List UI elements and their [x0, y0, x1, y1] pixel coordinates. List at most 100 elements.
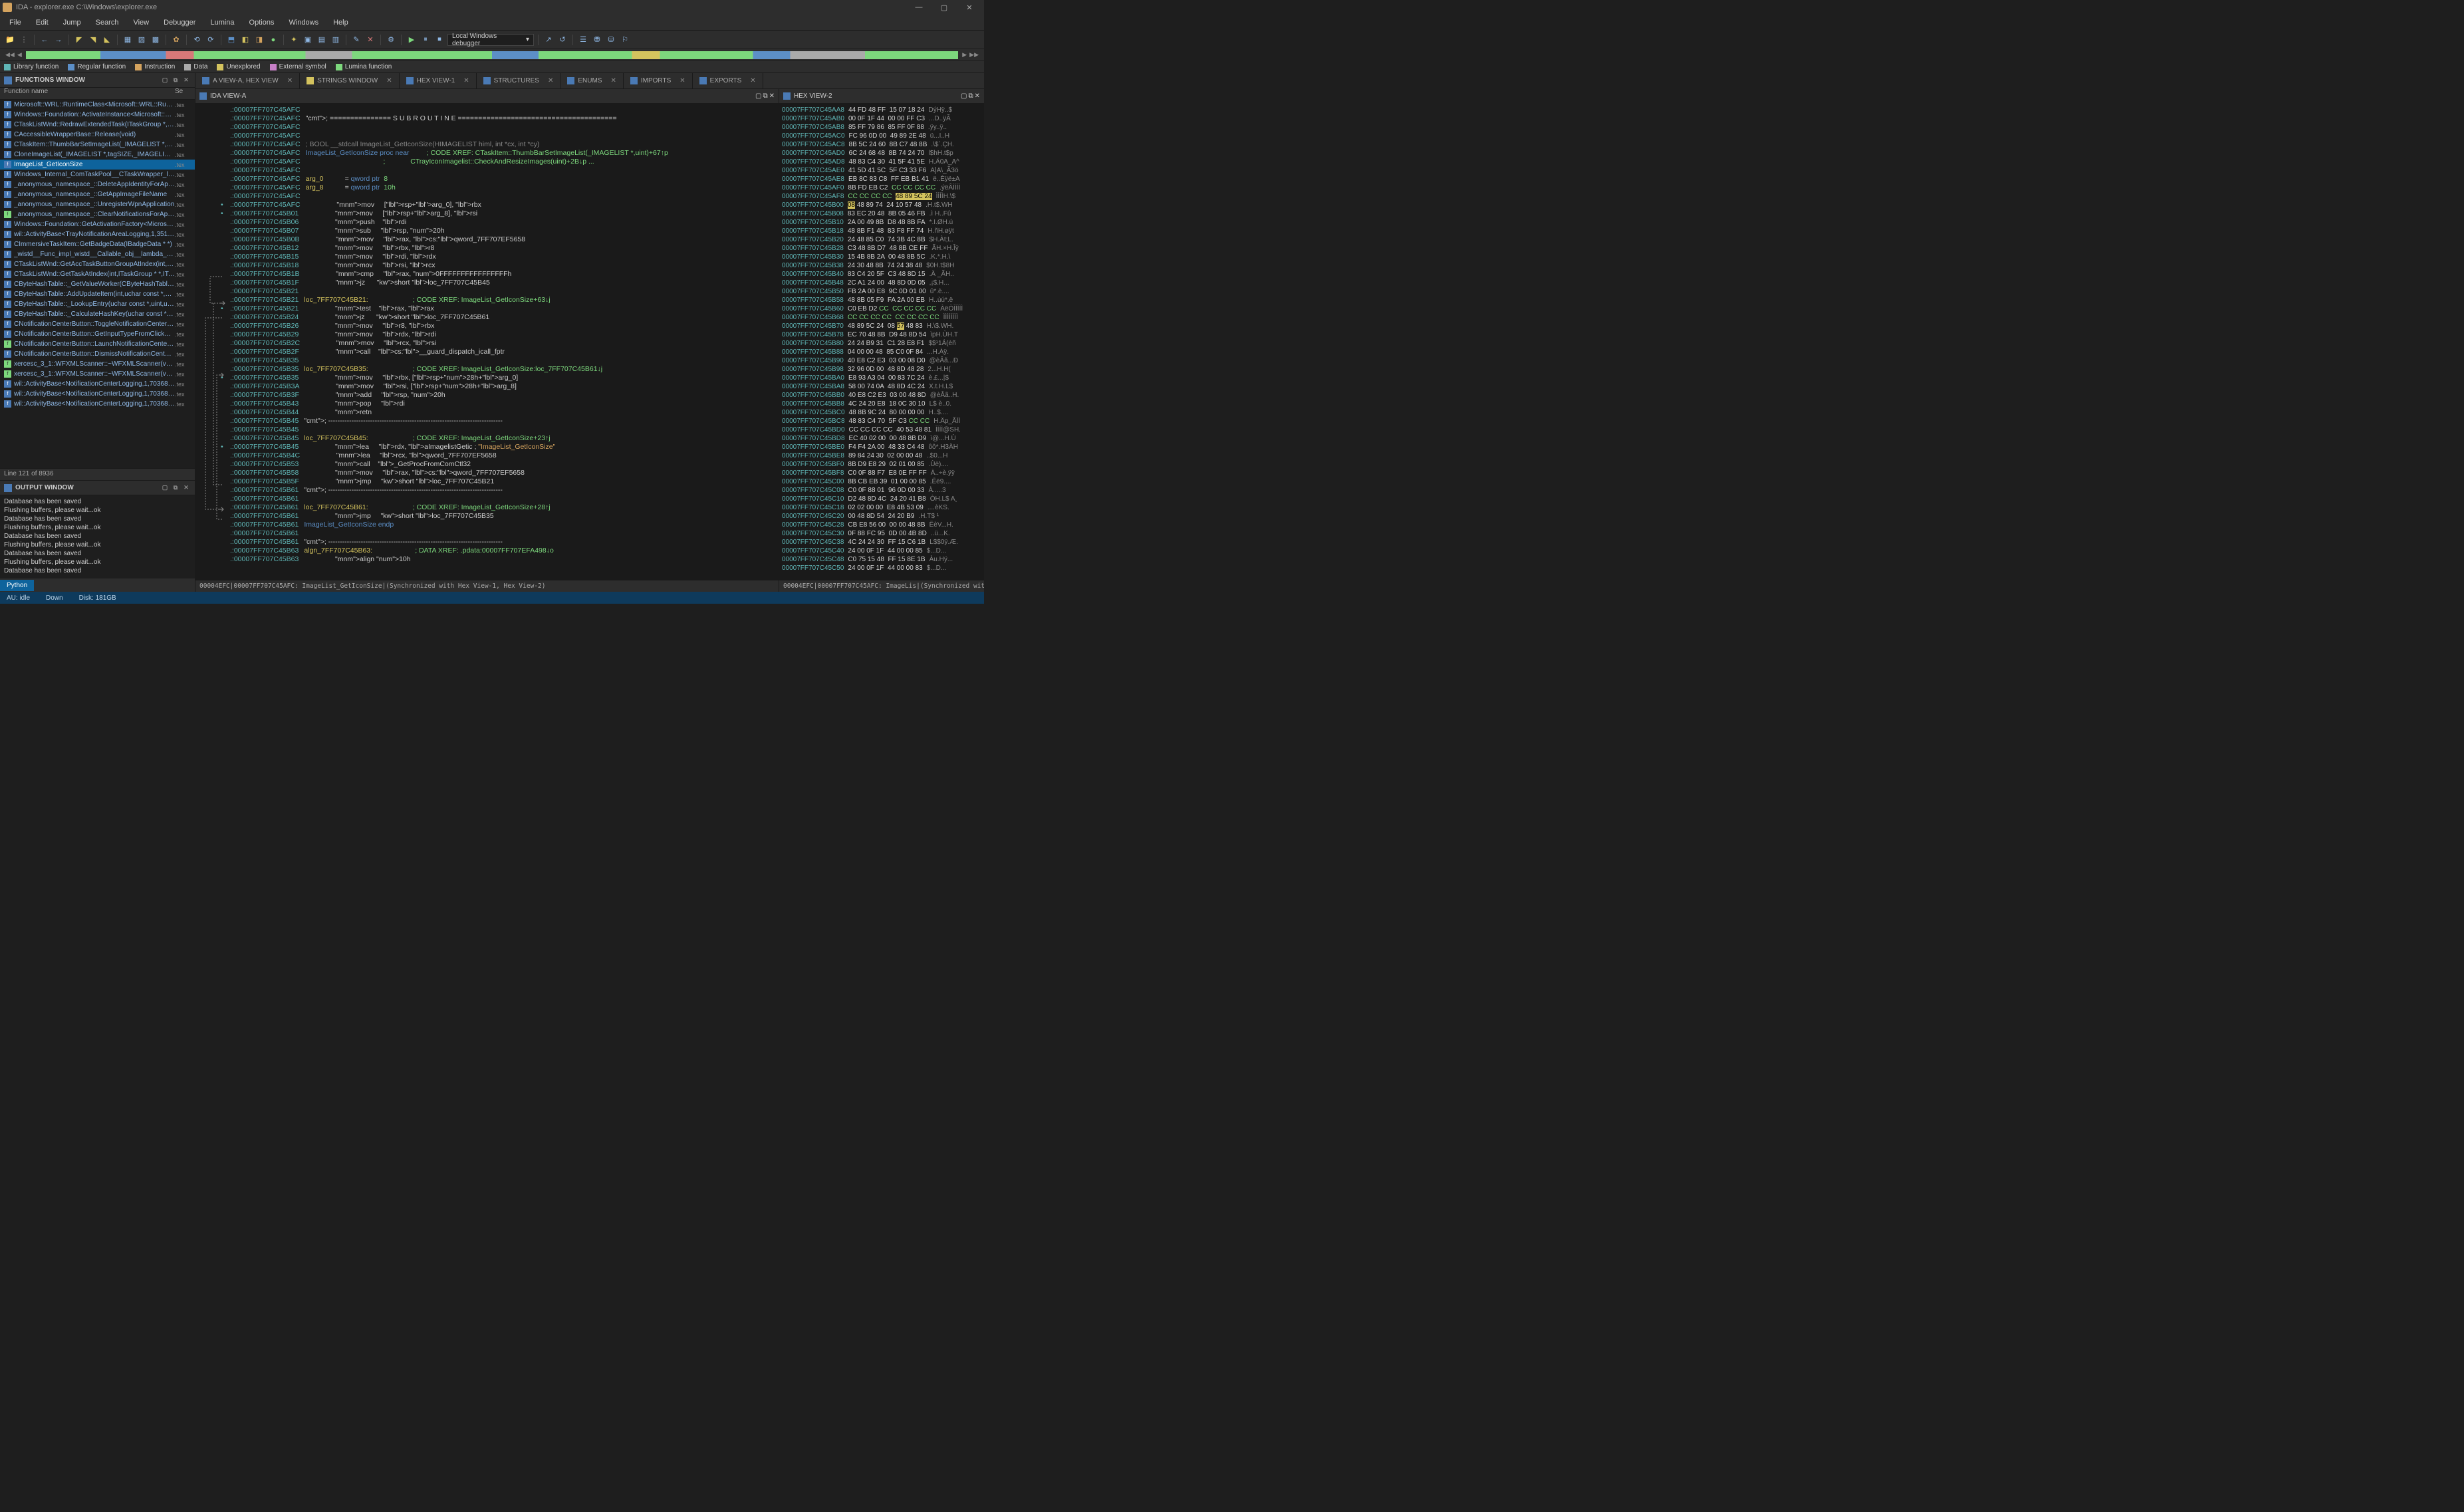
disasm-line[interactable]: .:00007FF707C45B3A "mnm">mov "lbl">rsi, …: [195, 382, 779, 391]
function-row[interactable]: fWindows::Foundation::GetActivationFacto…: [0, 219, 195, 229]
disasm-line[interactable]: .:00007FF707C45B61"cmt">; --------------…: [195, 486, 779, 495]
data-icon[interactable]: ◥: [87, 34, 99, 46]
hex-line[interactable]: 00007FF707C45C48C0 75 15 48 FF 15 8E 1BÀ…: [782, 555, 981, 564]
disasm-line[interactable]: •.:00007FF707C45AFC "mnm">mov ["lbl">rsp…: [195, 201, 779, 209]
hex-line[interactable]: 00007FF707C45AD06C 24 68 48 8B 74 24 70l…: [782, 149, 981, 158]
function-row[interactable]: fwil::ActivityBase<NotificationCenterLog…: [0, 379, 195, 389]
disasm-line[interactable]: •.:00007FF707C45B45 "mnm">lea "lbl">rdx,…: [195, 443, 779, 451]
python-button[interactable]: Python: [0, 580, 34, 591]
panel-popout-icon[interactable]: ⧉: [171, 483, 180, 493]
tab-close-icon[interactable]: ✕: [543, 77, 553, 84]
hex-line[interactable]: 00007FF707C45B9040 E8 C2 E3 03 00 08 D0@…: [782, 356, 981, 365]
disasm-line[interactable]: .:00007FF707C45B18 "mnm">mov "lbl">rsi, …: [195, 261, 779, 270]
tool-4[interactable]: ✿: [170, 34, 182, 46]
hex-line[interactable]: 00007FF707C45AE041 5D 41 5C 5F C3 33 F6A…: [782, 166, 981, 175]
panel-dock-icon[interactable]: ▢: [160, 483, 170, 493]
tab-close-icon[interactable]: ✕: [745, 77, 755, 84]
menu-help[interactable]: Help: [326, 17, 355, 29]
hex-line[interactable]: 00007FF707C45C28CB E8 56 00 00 00 48 8BË…: [782, 521, 981, 529]
disasm-line[interactable]: .:00007FF707C45B35loc_7FF707C45B35: ; CO…: [195, 365, 779, 374]
tab-close-icon[interactable]: ✕: [282, 77, 293, 84]
code-icon[interactable]: ◤: [73, 34, 85, 46]
view-close-icon[interactable]: ✕: [769, 92, 775, 100]
hex-line[interactable]: 00007FF707C45B0883 EC 20 48 8B 05 46 FB.…: [782, 209, 981, 218]
hex-line[interactable]: 00007FF707C45C008B CB EB 39 01 00 00 85.…: [782, 477, 981, 486]
function-row[interactable]: fCNotificationCenterButton::GetInputType…: [0, 329, 195, 339]
tool-11[interactable]: ✦: [288, 34, 300, 46]
hex-line[interactable]: 00007FF707C45C4024 00 0F 1F 44 00 00 85$…: [782, 547, 981, 555]
output-body[interactable]: Database has been savedFlushing buffers,…: [0, 495, 195, 578]
hex-line[interactable]: 00007FF707C45C5024 00 0F 1F 44 00 00 83$…: [782, 564, 981, 572]
view-popout-icon[interactable]: ⧉: [763, 92, 767, 100]
tool-9[interactable]: ◨: [253, 34, 265, 46]
disasm-line[interactable]: •.:00007FF707C45B35 "mnm">mov "lbl">rbx,…: [195, 374, 779, 382]
hex-line[interactable]: 00007FF707C45B3015 4B 8B 2A 00 48 8B 5C.…: [782, 253, 981, 261]
unk-icon[interactable]: ◣: [101, 34, 113, 46]
disasm-line[interactable]: .:00007FF707C45B5F "mnm">jmp "kw">short …: [195, 477, 779, 486]
function-row[interactable]: fCTaskListWnd::GetTaskAtIndex(int,ITaskG…: [0, 269, 195, 279]
tab[interactable]: STRUCTURES✕: [477, 73, 561, 89]
tool-14[interactable]: ▥: [330, 34, 342, 46]
hex-line[interactable]: 00007FF707C45AC0FC 96 0D 00 49 89 2E 48ü…: [782, 132, 981, 140]
menu-windows[interactable]: Windows: [282, 17, 325, 29]
menu-jump[interactable]: Jump: [57, 17, 88, 29]
functions-list[interactable]: fMicrosoft::WRL::RuntimeClass<Microsoft:…: [0, 100, 195, 468]
run-icon[interactable]: ▶: [406, 34, 418, 46]
hex-line[interactable]: 00007FF707C45BD0CC CC CC CC 40 53 48 81Ì…: [782, 426, 981, 434]
disasm-line[interactable]: .:00007FF707C45B06 "mnm">push "lbl">rdi: [195, 218, 779, 227]
view-dock-icon[interactable]: ▢: [755, 92, 761, 100]
function-row[interactable]: fCImmersiveTaskItem::GetBadgeData(IBadge…: [0, 239, 195, 249]
tab-close-icon[interactable]: ✕: [605, 77, 616, 84]
hex-line[interactable]: 00007FF707C45C300F 88 FC 95 0D 00 4B 8D.…: [782, 529, 981, 538]
function-row[interactable]: fCByteHashTable::AddUpdateItem(int,uchar…: [0, 289, 195, 299]
hex-line[interactable]: 00007FF707C45BA0E8 93 A3 04 00 83 7C 24è…: [782, 374, 981, 382]
open-icon[interactable]: 📁: [4, 34, 16, 46]
tab[interactable]: ENUMS✕: [560, 73, 624, 89]
tool-5[interactable]: ⟲: [191, 34, 203, 46]
disasm-line[interactable]: .:00007FF707C45AFC: [195, 106, 779, 114]
hex-line[interactable]: 00007FF707C45AF8CC CC CC CC 48 89 5C 24Ì…: [782, 192, 981, 201]
function-row[interactable]: fCByteHashTable::_CalculateHashKey(uchar…: [0, 309, 195, 319]
hex-line[interactable]: 00007FF707C45AE8EB 8C 83 C8 FF EB B1 41ë…: [782, 175, 981, 184]
delete-icon[interactable]: ✕: [364, 34, 376, 46]
disasm-line[interactable]: .:00007FF707C45B61ImageList_GetIconSize …: [195, 521, 779, 529]
tab-close-icon[interactable]: ✕: [381, 77, 392, 84]
disasm-line[interactable]: .:00007FF707C45B1B "mnm">cmp "lbl">rax, …: [195, 270, 779, 279]
disasm-line[interactable]: .:00007FF707C45B44 "mnm">retn: [195, 408, 779, 417]
function-row[interactable]: f_anonymous_namespace_::DeleteAppIdentit…: [0, 180, 195, 189]
tool-12[interactable]: ▣: [302, 34, 314, 46]
hex-line[interactable]: 00007FF707C45AA844 FD 48 FF 15 07 18 24D…: [782, 106, 981, 114]
menu-edit[interactable]: Edit: [29, 17, 55, 29]
hex-line[interactable]: 00007FF707C45B78EC 70 48 8B D9 48 8D 54ì…: [782, 330, 981, 339]
function-row[interactable]: fCTaskListWnd::RedrawExtendedTask(ITaskG…: [0, 120, 195, 130]
function-row[interactable]: fCNotificationCenterButton::DismissNotif…: [0, 349, 195, 359]
tab[interactable]: STRINGS WINDOW✕: [300, 73, 400, 89]
hex-line[interactable]: 00007FF707C45AF08B FD EB C2 CC CC CC CC.…: [782, 184, 981, 192]
hex-line[interactable]: 00007FF707C45B2024 48 85 C0 74 3B 4C 8B$…: [782, 235, 981, 244]
function-row[interactable]: fCNotificationCenterButton::LaunchNotifi…: [0, 339, 195, 349]
function-row[interactable]: f_wistd__Func_impl_wistd__Callable_obj__…: [0, 249, 195, 259]
disasm-line[interactable]: .:00007FF707C45B2C "mnm">mov "lbl">rcx, …: [195, 339, 779, 348]
hex-line[interactable]: 00007FF707C45BF08B D9 E8 29 02 01 00 85.…: [782, 460, 981, 469]
disasm-line[interactable]: .:00007FF707C45B61"cmt">; --------------…: [195, 538, 779, 547]
hex-line[interactable]: 00007FF707C45B5848 8B 05 F9 FA 2A 00 EBH…: [782, 296, 981, 305]
maximize-button[interactable]: ▢: [932, 0, 956, 15]
disasm-line[interactable]: .:00007FF707C45B58 "mnm">mov "lbl">rax, …: [195, 469, 779, 477]
tool-10[interactable]: ●: [267, 34, 279, 46]
hex-line[interactable]: 00007FF707C45B0008 48 89 74 24 10 57 48.…: [782, 201, 981, 209]
disasm-line[interactable]: .:00007FF707C45AFCarg_0 = qword ptr 8: [195, 175, 779, 184]
function-row[interactable]: fxercesc_3_1::WFXMLScanner::~WFXMLScanne…: [0, 359, 195, 369]
tool-15[interactable]: ✎: [350, 34, 362, 46]
disasm-line[interactable]: .:00007FF707C45B61loc_7FF707C45B61: ; CO…: [195, 503, 779, 512]
disasm-line[interactable]: .:00007FF707C45B29 "mnm">mov "lbl">rdx, …: [195, 330, 779, 339]
disasm-line[interactable]: .:00007FF707C45B0B "mnm">mov "lbl">rax, …: [195, 235, 779, 244]
function-row[interactable]: fCTaskItem::ThumbBarSetImageList(_IMAGEL…: [0, 140, 195, 150]
tab[interactable]: HEX VIEW-1✕: [400, 73, 477, 89]
panel-popout-icon[interactable]: ⧉: [171, 76, 180, 85]
disasm-line[interactable]: •.:00007FF707C45B21 "mnm">test "lbl">rax…: [195, 305, 779, 313]
tool-19[interactable]: ☰: [577, 34, 589, 46]
panel-dock-icon[interactable]: ▢: [160, 76, 170, 85]
nav-next-icon[interactable]: ▶▶: [969, 51, 979, 59]
menu-options[interactable]: Options: [243, 17, 281, 29]
tab[interactable]: EXPORTS✕: [693, 73, 763, 89]
